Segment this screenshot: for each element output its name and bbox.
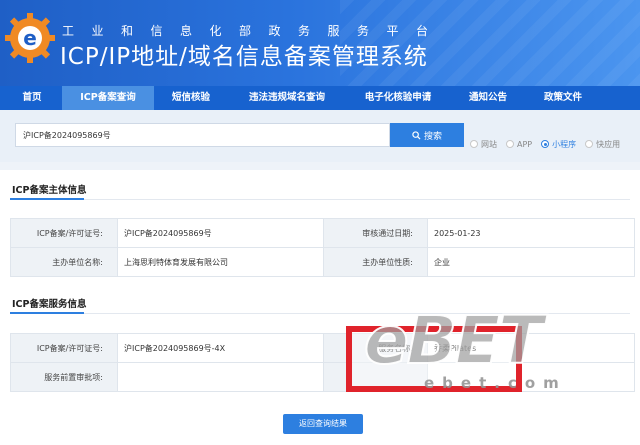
service-section-title: ICP备案服务信息	[12, 299, 87, 310]
label-icp-number: ICP备案/许可证号:	[10, 218, 118, 248]
label-organizer-type: 主办单位性质:	[323, 247, 428, 277]
value-approval-date: 2025-01-23	[427, 218, 635, 248]
value-organizer-type: 企业	[427, 247, 635, 277]
system-title: ICP/IP地址/域名信息备案管理系统	[60, 44, 428, 70]
radio-website[interactable]: 网站	[470, 139, 497, 150]
label-service-icp-number: ICP备案/许可证号:	[10, 333, 118, 363]
radio-dot	[585, 140, 594, 148]
empty-label-cell	[323, 362, 428, 392]
value-service-name: 乔柔Pilates	[427, 333, 635, 363]
main-nav: 首页 ICP备案查询 短信核验 违法违规域名查询 电子化核验申请 通知公告 政策…	[0, 86, 640, 110]
search-button-label: 搜索	[423, 131, 442, 142]
label-approval-date: 审核通过日期:	[323, 218, 428, 248]
radio-dot-checked	[541, 140, 550, 148]
section-divider	[10, 199, 630, 200]
back-to-results-button[interactable]: 返回查询结果	[283, 414, 363, 434]
radio-label: APP	[517, 139, 533, 149]
subject-info-table: ICP备案/许可证号: 沪ICP备2024095869号 审核通过日期: 202…	[10, 218, 635, 277]
radio-dot	[506, 140, 514, 148]
nav-item-home[interactable]: 首页	[11, 86, 53, 110]
results-panel	[0, 170, 640, 445]
site-header: e 工业和信息化部政务服务平台 ICP/IP地址/域名信息备案管理系统	[0, 0, 640, 86]
table-row: ICP备案/许可证号: 沪ICP备2024095869号-4X 服务名称: 乔柔…	[10, 333, 635, 363]
radio-label: 快应用	[596, 139, 621, 149]
nav-item-illegal-domain[interactable]: 违法违规域名查询	[238, 86, 336, 110]
nav-item-policies[interactable]: 政策文件	[533, 86, 593, 110]
search-input[interactable]	[15, 123, 390, 147]
radio-quick-app[interactable]: 快应用	[585, 139, 620, 150]
label-organizer-name: 主办单位名称:	[10, 247, 118, 277]
label-pre-approval: 服务前置审批项:	[10, 362, 118, 392]
section-underline	[10, 312, 84, 314]
service-info-table: ICP备案/许可证号: 沪ICP备2024095869号-4X 服务名称: 乔柔…	[10, 333, 635, 392]
svg-text:e: e	[23, 26, 37, 50]
gear-logo-icon: e	[5, 13, 55, 63]
label-service-name: 服务名称:	[323, 333, 428, 363]
section-underline	[10, 198, 84, 200]
table-row: ICP备案/许可证号: 沪ICP备2024095869号 审核通过日期: 202…	[10, 218, 635, 248]
table-row: 服务前置审批项:	[10, 362, 635, 392]
radio-mini-program[interactable]: 小程序	[541, 139, 576, 150]
search-button[interactable]: 搜索	[390, 123, 464, 147]
nav-item-e-verify[interactable]: 电子化核验申请	[352, 86, 444, 110]
section-divider	[10, 313, 630, 314]
radio-label: 小程序	[552, 139, 577, 149]
nav-item-icp-query[interactable]: ICP备案查询	[62, 86, 154, 110]
value-pre-approval	[117, 362, 324, 392]
table-row: 主办单位名称: 上海思利特体育发展有限公司 主办单位性质: 企业	[10, 247, 635, 277]
radio-label: 网站	[481, 139, 497, 149]
radio-app[interactable]: APP	[506, 140, 532, 149]
nav-item-notices[interactable]: 通知公告	[458, 86, 518, 110]
radio-dot	[470, 140, 478, 148]
search-icon	[412, 130, 421, 140]
search-type-options: 网站 APP 小程序 快应用	[470, 138, 629, 150]
value-icp-number: 沪ICP备2024095869号	[117, 218, 324, 248]
value-organizer-name: 上海思利特体育发展有限公司	[117, 247, 324, 277]
search-bar: 搜索 网站 APP 小程序 快应用	[0, 110, 640, 162]
nav-item-sms-verify[interactable]: 短信核验	[162, 86, 220, 110]
empty-value-cell	[427, 362, 635, 392]
subject-section-title: ICP备案主体信息	[12, 185, 87, 196]
value-service-icp-number: 沪ICP备2024095869号-4X	[117, 333, 324, 363]
